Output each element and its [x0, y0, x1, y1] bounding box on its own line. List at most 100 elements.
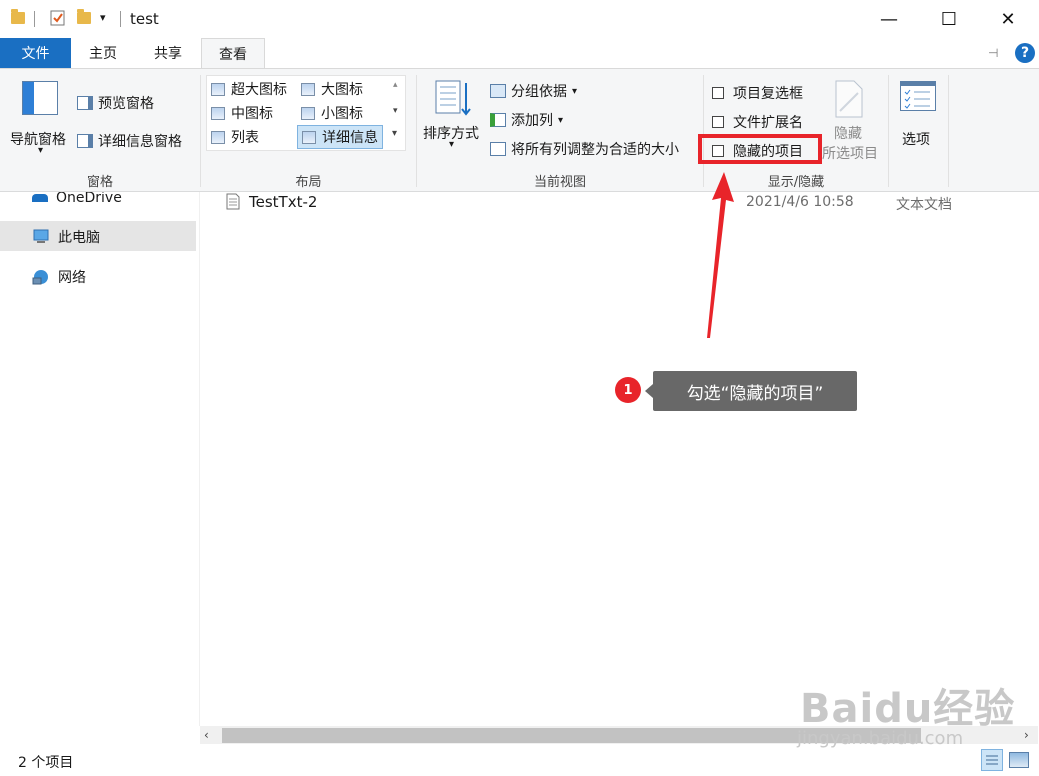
nav-item-this-pc[interactable]: 此电脑 — [32, 227, 100, 247]
group-divider — [948, 75, 949, 187]
item-checkboxes-label: 项目复选框 — [733, 86, 803, 102]
layout-medium-icons[interactable]: 中图标 — [211, 102, 273, 124]
group-label-layout: 布局 — [295, 175, 322, 190]
nav-item-network[interactable]: 网络 — [32, 267, 86, 287]
folder-icon — [10, 9, 26, 26]
details-pane-button[interactable]: 详细信息窗格 — [77, 131, 182, 151]
nav-pane-icon — [22, 81, 58, 115]
list-icon — [211, 130, 225, 144]
layout-large-icons[interactable]: 大图标 — [301, 78, 363, 100]
options-icon — [900, 81, 936, 111]
gallery-scroll-up-icon[interactable]: ▴ — [393, 80, 398, 90]
gallery-more-icon[interactable]: ▾ — [392, 128, 397, 139]
preview-pane-button[interactable]: 预览窗格 — [77, 93, 154, 113]
file-date: 2021/4/6 10:58 — [746, 194, 854, 210]
layout-small-icons[interactable]: 小图标 — [301, 102, 363, 124]
file-type: 文本文档 — [896, 197, 952, 213]
scroll-right-icon[interactable]: › — [1024, 728, 1029, 742]
annotation-arrow — [707, 172, 734, 338]
watermark-logo: Baidu经验 — [800, 686, 1016, 732]
add-columns-icon — [490, 113, 506, 127]
options-button[interactable]: 选项 — [896, 77, 940, 167]
layout-details[interactable]: 详细信息 — [297, 125, 383, 149]
layout-extra-large-icons[interactable]: 超大图标 — [211, 78, 287, 100]
item-count: 2 个项目 — [18, 755, 74, 771]
size-columns-label: 将所有列调整为合适的大小 — [511, 142, 679, 158]
step-number-badge: 1 — [615, 377, 641, 403]
network-icon — [32, 270, 48, 285]
large-icons-icon — [301, 82, 315, 96]
file-extensions-toggle[interactable]: 文件扩展名 — [712, 112, 803, 132]
layout-item-label: 列表 — [231, 130, 259, 146]
extra-large-icons-icon — [211, 82, 225, 96]
nav-item-onedrive[interactable]: OneDrive — [32, 192, 122, 202]
tab-view[interactable]: 查看 — [201, 38, 265, 69]
add-columns-label: 添加列 — [511, 113, 553, 129]
group-by-button[interactable]: 分组依据 ▾ — [490, 81, 577, 101]
layout-list[interactable]: 列表 — [211, 126, 259, 148]
ribbon-tabs: 文件 主页 共享 查看 ⊣ ? — [0, 38, 1039, 69]
sort-icon — [435, 80, 471, 116]
chevron-down-icon: ▾ — [449, 139, 455, 150]
chevron-down-icon: ▾ — [572, 85, 578, 97]
divider — [34, 11, 35, 27]
add-columns-button[interactable]: 添加列 ▾ — [490, 110, 563, 130]
pane-divider — [199, 192, 200, 726]
sort-by-button[interactable]: 排序方式 ▾ — [421, 77, 485, 167]
gallery-scroll-down-icon[interactable]: ▾ — [393, 106, 398, 116]
file-extensions-label: 文件扩展名 — [733, 115, 803, 131]
maximize-button[interactable]: ☐ — [926, 0, 972, 38]
divider — [120, 11, 121, 27]
item-checkboxes-checkbox[interactable] — [712, 87, 724, 99]
hide-selected-label-line2: 所选项目 — [822, 146, 878, 162]
chevron-down-icon: ▾ — [558, 114, 564, 126]
annotation-highlight-box — [698, 134, 822, 164]
status-bar: 2 个项目 — [0, 748, 1039, 776]
preview-pane-icon — [77, 96, 93, 110]
nav-pane-button[interactable]: 导航窗格 ▾ — [8, 77, 72, 167]
table-row[interactable]: TestTxt-2 2021/4/6 10:58 文本文档 — [222, 192, 982, 214]
details-pane-label: 详细信息窗格 — [98, 134, 182, 150]
group-by-icon — [490, 84, 506, 98]
group-by-label: 分组依据 — [511, 84, 567, 100]
new-folder-icon[interactable] — [76, 9, 92, 26]
tab-file[interactable]: 文件 — [0, 38, 71, 68]
nav-item-label: OneDrive — [56, 192, 122, 202]
hide-selected-label-line1: 隐藏 — [834, 126, 862, 142]
ribbon: 导航窗格 ▾ 预览窗格 详细信息窗格 窗格 超大图标 大图标 中图标 小图标 列… — [0, 68, 1039, 192]
group-divider — [888, 75, 889, 187]
details-pane-icon — [77, 134, 93, 148]
help-icon[interactable]: ? — [1015, 43, 1035, 63]
title-bar: ▾ test — ☐ ✕ — [0, 0, 1039, 38]
scroll-left-icon[interactable]: ‹ — [204, 728, 209, 742]
customize-quick-access-icon[interactable]: ▾ — [100, 11, 106, 24]
details-view-button[interactable] — [981, 749, 1003, 771]
layout-gallery: 超大图标 大图标 中图标 小图标 列表 详细信息 ▴ ▾ ▾ — [206, 75, 406, 151]
tab-home[interactable]: 主页 — [74, 38, 132, 68]
nav-item-label: 网络 — [58, 270, 86, 286]
layout-item-label: 大图标 — [321, 82, 363, 98]
item-checkboxes-toggle[interactable]: 项目复选框 — [712, 83, 803, 103]
preview-pane-label: 预览窗格 — [98, 96, 154, 112]
hide-selected-items-button[interactable]: 隐藏 所选项目 — [820, 77, 880, 167]
size-columns-icon — [490, 142, 506, 156]
layout-item-label: 小图标 — [321, 106, 363, 122]
size-all-columns-button[interactable]: 将所有列调整为合适的大小 — [490, 139, 679, 159]
window-title: test — [130, 10, 159, 28]
watermark-url: jingyan.baidu.com — [797, 728, 964, 749]
chevron-down-icon: ▾ — [38, 145, 44, 156]
details-icon — [302, 130, 316, 144]
file-extensions-checkbox[interactable] — [712, 116, 724, 128]
file-name: TestTxt-2 — [249, 193, 318, 211]
layout-item-label: 超大图标 — [231, 82, 287, 98]
large-icons-view-button[interactable] — [1009, 752, 1029, 768]
properties-checkmark-icon[interactable] — [50, 10, 66, 26]
close-button[interactable]: ✕ — [985, 0, 1031, 38]
small-icons-icon — [301, 106, 315, 120]
pin-ribbon-icon[interactable]: ⊣ — [988, 46, 998, 60]
tab-share[interactable]: 共享 — [137, 38, 199, 68]
onedrive-cloud-icon — [32, 194, 48, 202]
group-label-panes: 窗格 — [86, 175, 113, 190]
minimize-button[interactable]: — — [866, 0, 912, 38]
text-file-icon — [226, 193, 240, 210]
